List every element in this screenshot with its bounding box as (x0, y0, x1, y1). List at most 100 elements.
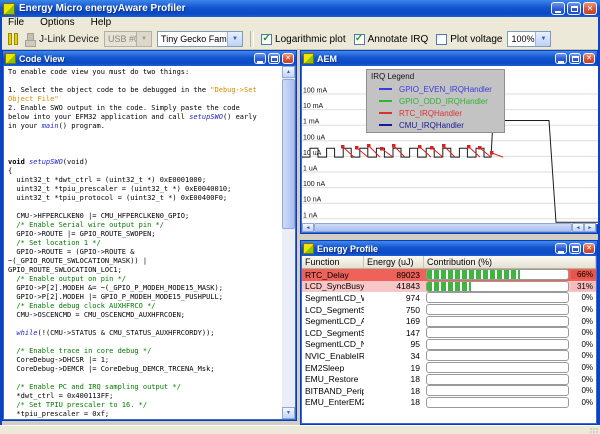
table-row[interactable]: BITBAND_Periph...180% (302, 385, 596, 397)
code-line: while(!(CMU->STATUS & CMU_STATUS_AUXHFRC… (8, 329, 282, 338)
legend-swatch (379, 124, 392, 126)
code-view-icon (5, 53, 16, 64)
title-bar[interactable]: Energy Micro energyAware Profiler ✕ (0, 0, 600, 17)
energyprofile-minimize-button[interactable] (555, 243, 567, 254)
energy-profile-window: Energy Profile ✕ Function Energy (uJ) Co… (300, 240, 598, 425)
code-view-window: Code View ✕ To enable code view you must… (2, 50, 297, 421)
table-row[interactable]: NVIC_EnableIRQ340% (302, 350, 596, 362)
scroll-right-icon[interactable]: ► (584, 223, 596, 232)
table-row[interactable]: SegmentLCD_Alp...1690% (302, 315, 596, 327)
toolbar: J-Link Device USB #0 ▼ Tiny Gecko Family… (0, 29, 600, 50)
aem-maximize-button[interactable] (569, 53, 581, 64)
menu-item-help[interactable]: Help (83, 17, 120, 29)
aem-close-button[interactable]: ✕ (583, 53, 595, 64)
aem-minimize-button[interactable] (555, 53, 567, 64)
usb-select[interactable]: USB #0 ▼ (104, 31, 152, 47)
code-line: 1. Select the object code to be debugged… (8, 86, 282, 95)
scrollbar-thumb[interactable] (282, 79, 295, 229)
code-view-title-bar[interactable]: Code View ✕ (3, 51, 296, 66)
energy-cell: 18 (364, 374, 424, 384)
column-header-function[interactable]: Function (302, 256, 364, 268)
table-row[interactable]: LCD_SegmentSet...1470% (302, 327, 596, 339)
aem-plot[interactable]: 100 mA10 mA1 mA100 uA10 uA1 uA100 nA10 n… (302, 66, 598, 224)
percent-label: 0% (571, 328, 596, 337)
code-editor[interactable]: To enable code view you must do two thin… (4, 66, 282, 419)
irq-legend-title: IRQ Legend (371, 72, 500, 81)
pause-button[interactable] (8, 33, 18, 45)
checkbox-annotate-irq[interactable]: ✓Annotate IRQ (354, 34, 429, 45)
code-line: ~(_GPIO_ROUTE_SWLOCATION_MASK)) | (8, 257, 282, 266)
code-view-vertical-scrollbar[interactable]: ▲ ▼ (282, 66, 295, 419)
family-select-arrow-icon: ▼ (227, 32, 242, 46)
code-line: /* Set TPIU prescaler to 16. */ (8, 401, 282, 410)
code-line (8, 338, 282, 347)
table-row[interactable]: SegmentLCD_Write9740% (302, 292, 596, 304)
table-row[interactable]: RTC_Delay8902366% (302, 269, 596, 281)
energyprofile-maximize-button[interactable] (569, 243, 581, 254)
usb-select-arrow-icon: ▼ (136, 32, 151, 46)
table-row[interactable]: LCD_SyncBusyDe...4184331% (302, 281, 596, 293)
table-row[interactable]: EMU_Restore180% (302, 373, 596, 385)
energy-cell: 18 (364, 397, 424, 407)
device-reset-icon[interactable] (25, 33, 34, 46)
code-line: /* Enable PC and IRQ sampling output */ (8, 383, 282, 392)
codeview-maximize-button[interactable] (268, 53, 280, 64)
percent-label: 0% (571, 398, 596, 407)
codeview-minimize-button[interactable] (254, 53, 266, 64)
contribution-bar (426, 269, 569, 280)
code-line: { (8, 167, 282, 176)
code-line: in your main() program. (8, 122, 282, 131)
checkbox-logarithmic-plot[interactable]: ✓Logarithmic plot (261, 34, 346, 45)
column-header-contribution[interactable]: Contribution (%) (424, 256, 596, 268)
scroll-left2-icon[interactable]: ◄ (572, 223, 584, 232)
family-select[interactable]: Tiny Gecko Family ▼ (157, 31, 243, 47)
aem-horizontal-scrollbar[interactable]: ◄ ◄ ► (302, 223, 596, 232)
main-close-button[interactable]: ✕ (583, 2, 597, 15)
function-cell: BITBAND_Periph... (302, 386, 364, 396)
code-line: GPIO->ROUTE |= GPIO_ROUTE_SWOPEN; (8, 230, 282, 239)
function-cell: SegmentLCD_Write (302, 293, 364, 303)
main-maximize-button[interactable] (567, 2, 581, 15)
table-row[interactable]: SegmentLCD_Nu...950% (302, 339, 596, 351)
toolbar-checkboxes: ✓Logarithmic plot ✓Annotate IRQ Plot volta… (261, 34, 502, 45)
scroll-left-icon[interactable]: ◄ (302, 223, 314, 232)
codeview-close-button[interactable]: ✕ (282, 53, 294, 64)
contribution-bar (426, 397, 569, 408)
aem-title-bar[interactable]: AEM ✕ (301, 51, 597, 66)
energy-cell: 169 (364, 316, 424, 326)
code-line: CMU->HFPERCLKEN0 |= CMU_HFPERCLKEN0_GPIO… (8, 212, 282, 221)
checkbox-plot-voltage[interactable]: Plot voltage (436, 34, 502, 45)
resize-grip[interactable] (589, 427, 599, 434)
column-header-energy[interactable]: Energy (uJ) (364, 256, 424, 268)
energyprofile-close-button[interactable]: ✕ (583, 243, 595, 254)
code-line (8, 140, 282, 149)
legend-entry: RTC_IRQHandler (371, 107, 500, 119)
main-minimize-button[interactable] (551, 2, 565, 15)
code-line: /* Enable output on pin */ (8, 275, 282, 284)
scrollbar-thumb[interactable] (314, 223, 572, 232)
contribution-bar (426, 281, 569, 292)
menu-item-file[interactable]: File (0, 17, 32, 29)
code-line: uint32_t *tpiu_protocol = (uint32_t *) 0… (8, 194, 282, 203)
table-row[interactable]: LCD_SegmentSet7500% (302, 304, 596, 316)
contribution-bar (426, 385, 569, 396)
function-cell: EM2Sleep (302, 363, 364, 373)
table-row[interactable]: EM2Sleep190% (302, 362, 596, 374)
contribution-cell: 0% (424, 397, 596, 409)
svg-text:100 mA: 100 mA (303, 88, 327, 95)
code-line: 2. Enable SWO output in the code. Simply… (8, 104, 282, 113)
zoom-select[interactable]: 100% ▼ (507, 31, 551, 47)
legend-entry: CMU_IRQHandler (371, 119, 500, 131)
legend-swatch (379, 112, 392, 114)
function-cell: NVIC_EnableIRQ (302, 351, 364, 361)
table-row[interactable]: EMU_EnterEM2180% (302, 397, 596, 409)
scroll-up-icon[interactable]: ▲ (282, 66, 295, 78)
aem-window: AEM ✕ 100 mA10 mA1 mA100 uA10 uA1 uA100 … (300, 50, 598, 234)
scroll-down-icon[interactable]: ▼ (282, 407, 295, 419)
menu-item-options[interactable]: Options (32, 17, 82, 29)
energy-profile-icon (303, 243, 314, 254)
energy-profile-table: Function Energy (uJ) Contribution (%) RT… (302, 256, 596, 423)
zoom-select-arrow-icon: ▼ (535, 32, 550, 46)
energy-profile-title-bar[interactable]: Energy Profile ✕ (301, 241, 597, 256)
percent-label: 0% (571, 386, 596, 395)
